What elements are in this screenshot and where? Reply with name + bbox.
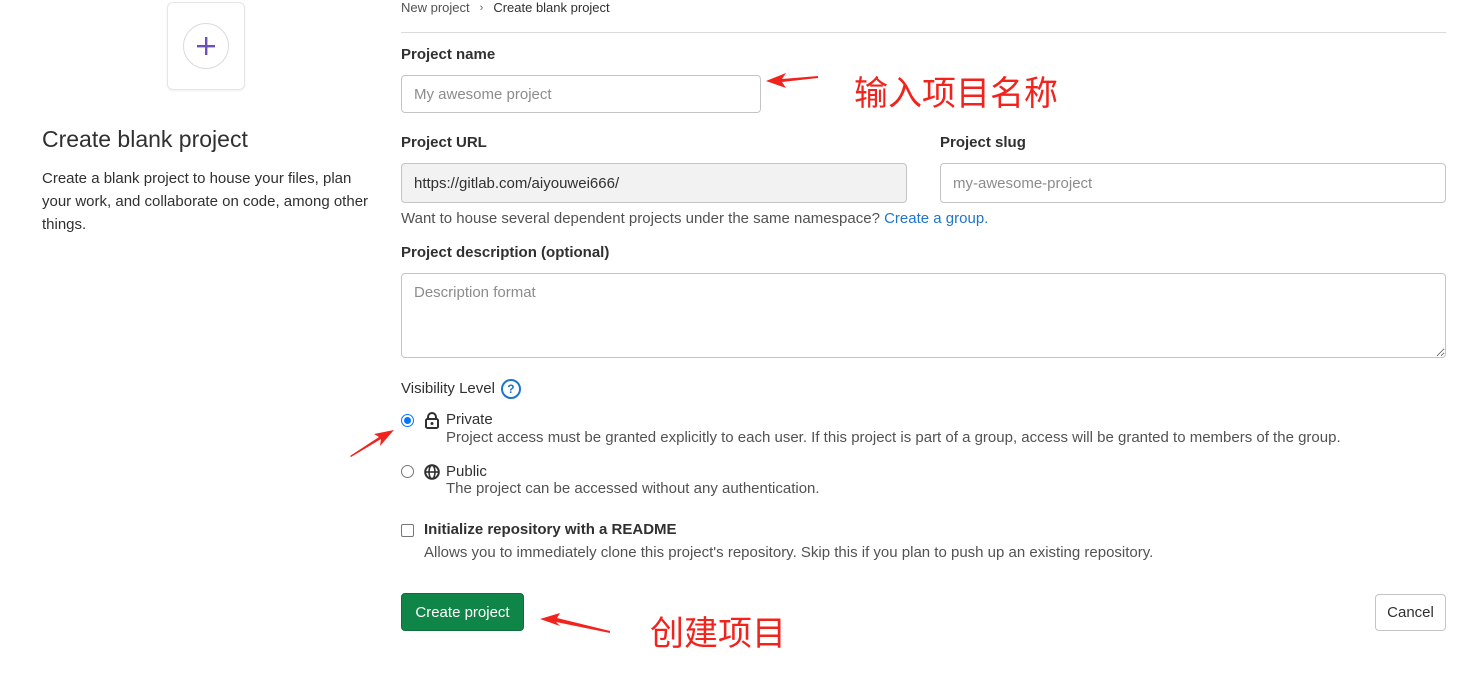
breadcrumb-new-project[interactable]: New project: [401, 0, 470, 15]
annotation-arrow-private: [350, 430, 394, 457]
annotation-arrow-name: [766, 73, 818, 88]
annotation-name-hint: 输入项目名称: [854, 74, 1058, 114]
question-circle-icon[interactable]: ?: [500, 379, 521, 399]
project-url-label: Project URL: [401, 134, 487, 151]
create-project-button[interactable]: Create project: [401, 593, 524, 631]
readme-description: Allows you to immediately clone this pro…: [424, 544, 1154, 561]
visibility-private-description: Project access must be granted explicitl…: [446, 429, 1341, 446]
create-group-link[interactable]: Create a group.: [884, 210, 988, 227]
breadcrumb-current: Create blank project: [493, 0, 610, 15]
blank-project-tile: [167, 2, 245, 90]
annotation-arrow-create: [540, 613, 610, 633]
annotation-create-hint: 创建项目: [650, 614, 786, 654]
visibility-public-title: Public: [446, 463, 487, 480]
visibility-private-radio[interactable]: [401, 414, 414, 427]
project-name-input[interactable]: [401, 75, 761, 113]
readme-checkbox[interactable]: [401, 524, 414, 537]
panel-title: Create blank project: [42, 126, 248, 152]
visibility-private-title: Private: [446, 411, 493, 428]
visibility-label-row: Visibility Level?: [401, 379, 521, 399]
project-slug-label: Project slug: [940, 134, 1026, 151]
namespace-help-text: Want to house several dependent projects…: [401, 210, 880, 227]
panel-description: Create a blank project to house your fil…: [42, 170, 369, 233]
chevron-right-icon: ›: [479, 1, 484, 14]
cancel-button[interactable]: Cancel: [1375, 594, 1446, 631]
create-blank-project-page: Create blank project Create a blank proj…: [0, 0, 1481, 682]
project-name-label: Project name: [401, 46, 496, 63]
project-description-label: Project description (optional): [401, 244, 610, 261]
project-description-textarea[interactable]: [401, 273, 1446, 358]
visibility-public-radio[interactable]: [401, 465, 414, 478]
plus-icon: [183, 23, 229, 69]
visibility-public-description: The project can be accessed without any …: [446, 480, 820, 497]
divider: [401, 32, 1446, 33]
project-slug-input[interactable]: [940, 163, 1446, 203]
lock-icon: [425, 412, 439, 429]
readme-label[interactable]: Initialize repository with a README: [424, 521, 677, 538]
namespace-help: Want to house several dependent projects…: [401, 210, 988, 227]
globe-icon: [424, 464, 440, 480]
breadcrumb: New project › Create blank project: [401, 0, 610, 15]
visibility-label: Visibility Level: [401, 379, 495, 397]
project-url-input[interactable]: [401, 163, 907, 203]
